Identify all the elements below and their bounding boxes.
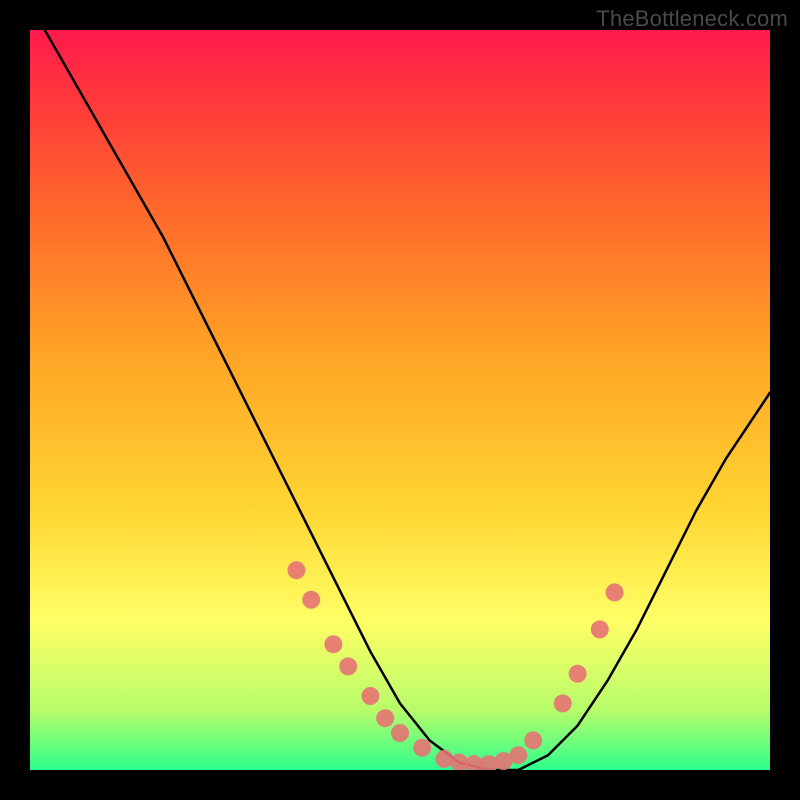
curve-markers [287, 561, 623, 770]
chart-stage: TheBottleneck.com [0, 0, 800, 800]
chart-svg [30, 30, 770, 770]
plot-area [30, 30, 770, 770]
watermark-label: TheBottleneck.com [596, 6, 788, 32]
curve-line [45, 30, 770, 770]
